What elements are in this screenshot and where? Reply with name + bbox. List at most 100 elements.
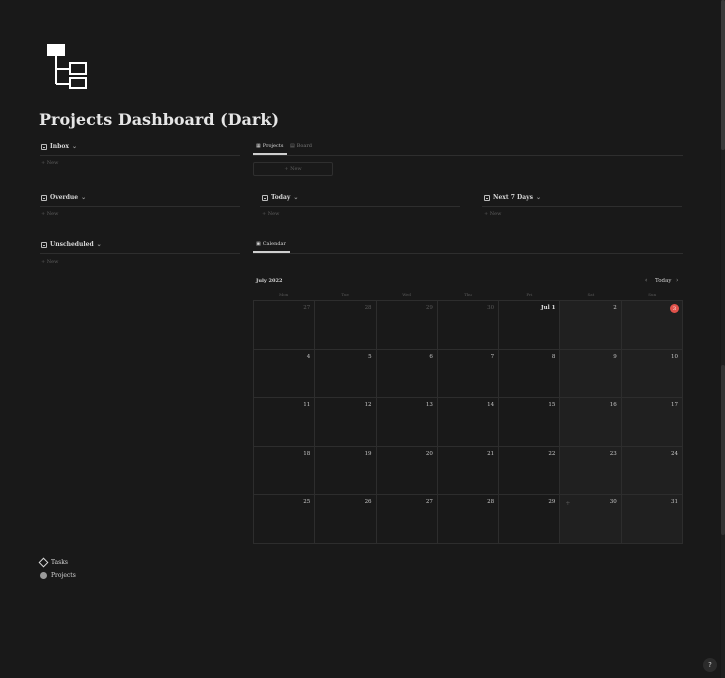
day-number: 15 xyxy=(548,402,556,409)
list-icon xyxy=(484,194,490,201)
calendar-day-cell[interactable]: 6 xyxy=(376,349,438,399)
footer-link-projects[interactable]: Projects xyxy=(40,572,76,579)
list-icon xyxy=(262,194,268,201)
calendar-day-cell[interactable]: 30 xyxy=(437,301,500,350)
unscheduled-label: Unscheduled xyxy=(50,241,94,248)
calendar-day-cell[interactable]: 2 xyxy=(560,301,622,350)
inbox-new-button[interactable]: + New xyxy=(41,160,58,166)
calendar-day-cell[interactable]: 23 xyxy=(560,446,622,496)
calendar-day-cell[interactable]: 27 xyxy=(254,301,316,350)
day-number: 13 xyxy=(425,402,433,409)
list-icon xyxy=(41,194,47,201)
calendar-day-cell[interactable]: 12 xyxy=(315,398,377,447)
tab-board[interactable]: ▤ Board xyxy=(290,143,312,149)
calendar-day-cell[interactable]: 11 xyxy=(254,398,316,447)
calendar-day-cell[interactable]: 13 xyxy=(376,398,438,447)
day-number: 24 xyxy=(670,450,678,457)
calendar-days: 27 28 29 30 Jul 1 2 3 4 5 6 7 8 9 10 11 12 13 14 15 16 17 18 1… xyxy=(253,300,683,544)
overdue-new-button[interactable]: + New xyxy=(41,211,58,217)
inbox-view-header[interactable]: Inbox ⌄ xyxy=(41,143,77,150)
page-title: Projects Dashboard (Dark) xyxy=(39,110,280,129)
calendar-day-cell[interactable]: 15 xyxy=(499,398,561,447)
calendar-day-cell[interactable]: 9 xyxy=(560,349,622,399)
calendar-day-cell[interactable]: 19 xyxy=(315,446,377,496)
calendar-day-cell[interactable]: 16 xyxy=(560,398,622,447)
tab-calendar-label: Calendar xyxy=(262,241,286,247)
calendar-day-cell[interactable]: 31 xyxy=(621,495,683,544)
day-number: 29 xyxy=(425,305,433,311)
today-day-number: 3 xyxy=(669,304,679,313)
weekday-label: Wed xyxy=(402,292,411,297)
tab-calendar[interactable]: ▣ Calendar xyxy=(256,241,286,247)
divider xyxy=(40,155,240,156)
prev-month-button[interactable]: ‹ xyxy=(645,277,647,284)
day-number: 27 xyxy=(425,499,433,506)
chevron-down-icon: ⌄ xyxy=(71,143,77,150)
calendar-day-cell[interactable]: 28 xyxy=(437,495,500,544)
scrollbar-thumb[interactable] xyxy=(721,0,725,150)
tab-projects[interactable]: ▦ Projects xyxy=(256,143,283,149)
today-button[interactable]: Today xyxy=(655,278,671,284)
calendar-day-cell[interactable]: 17 xyxy=(621,398,683,447)
calendar-day-cell[interactable]: Jul 1 xyxy=(499,301,561,350)
unscheduled-view-header[interactable]: Unscheduled ⌄ xyxy=(41,241,102,248)
calendar-day-cell[interactable]: 21 xyxy=(437,446,500,496)
calendar-day-cell[interactable]: 5 xyxy=(315,349,377,399)
overdue-view-header[interactable]: Overdue ⌄ xyxy=(41,194,86,201)
calendar-day-cell[interactable]: 27 xyxy=(376,495,438,544)
calendar-day-cell[interactable]: 3 xyxy=(621,301,683,350)
next7-new-button[interactable]: + New xyxy=(484,211,501,217)
calendar-day-cell[interactable]: 14 xyxy=(437,398,500,447)
tree-hierarchy-icon xyxy=(44,42,92,92)
day-number: 26 xyxy=(364,499,372,506)
calendar-day-cell[interactable]: 30 + xyxy=(560,495,622,544)
footer-link-tasks-label: Tasks xyxy=(51,559,68,566)
day-number: 30 xyxy=(609,499,617,506)
chevron-down-icon: ⌄ xyxy=(535,194,541,201)
divider xyxy=(253,253,683,254)
calendar-day-cell[interactable]: 24 xyxy=(621,446,683,496)
page-scrollbar[interactable] xyxy=(721,0,725,678)
next-month-button[interactable]: › xyxy=(676,277,678,284)
day-number: 10 xyxy=(670,353,678,360)
day-number: 31 xyxy=(670,499,678,506)
calendar-day-cell[interactable]: 8 xyxy=(499,349,561,399)
day-number: Jul 1 xyxy=(540,305,556,311)
today-new-button[interactable]: + New xyxy=(262,211,279,217)
calendar-day-cell[interactable]: 4 xyxy=(254,349,316,399)
day-number: 23 xyxy=(609,450,617,457)
calendar-day-cell[interactable]: 18 xyxy=(254,446,316,496)
weekday-label: Thu xyxy=(464,292,472,297)
calendar-day-cell[interactable]: 29 xyxy=(499,495,561,544)
day-number: 11 xyxy=(303,402,311,409)
day-number: 2 xyxy=(613,305,617,311)
weekday-label: Sun xyxy=(648,292,657,297)
footer-link-projects-label: Projects xyxy=(51,572,76,579)
calendar-day-cell[interactable]: 22 xyxy=(499,446,561,496)
calendar-day-cell[interactable]: 10 xyxy=(621,349,683,399)
unscheduled-new-button[interactable]: + New xyxy=(41,259,58,265)
calendar-day-cell[interactable]: 25 xyxy=(254,495,316,544)
table-icon: ▦ xyxy=(256,143,261,149)
day-number: 14 xyxy=(487,402,495,409)
tab-projects-label: Projects xyxy=(262,143,284,149)
calendar-day-cell[interactable]: 29 xyxy=(376,301,438,350)
calendar-grid: Mon Tue Wed Thu Fri Sat Sun 27 28 29 30 Jul 123456… xyxy=(253,290,683,544)
calendar-day-cell[interactable]: 20 xyxy=(376,446,438,496)
calendar-day-cell[interactable]: 28 xyxy=(315,301,377,350)
weekday-label: Mon xyxy=(279,292,289,297)
day-number: 4 xyxy=(306,353,311,360)
chevron-down-icon: ⌄ xyxy=(81,194,87,201)
next7-view-header[interactable]: Next 7 Days ⌄ xyxy=(484,194,541,201)
day-number: 27 xyxy=(303,305,311,311)
footer-link-tasks[interactable]: Tasks xyxy=(38,557,68,568)
calendar-day-cell[interactable]: 7 xyxy=(437,349,500,399)
add-event-icon[interactable]: + xyxy=(565,500,570,507)
divider xyxy=(482,206,682,207)
projects-new-button[interactable]: + New xyxy=(253,162,333,176)
help-button[interactable]: ? xyxy=(703,658,717,672)
today-view-header[interactable]: Today ⌄ xyxy=(262,194,298,201)
divider xyxy=(40,253,240,254)
calendar-day-cell[interactable]: 26 xyxy=(315,495,377,544)
calendar-icon: ▣ xyxy=(256,241,261,247)
